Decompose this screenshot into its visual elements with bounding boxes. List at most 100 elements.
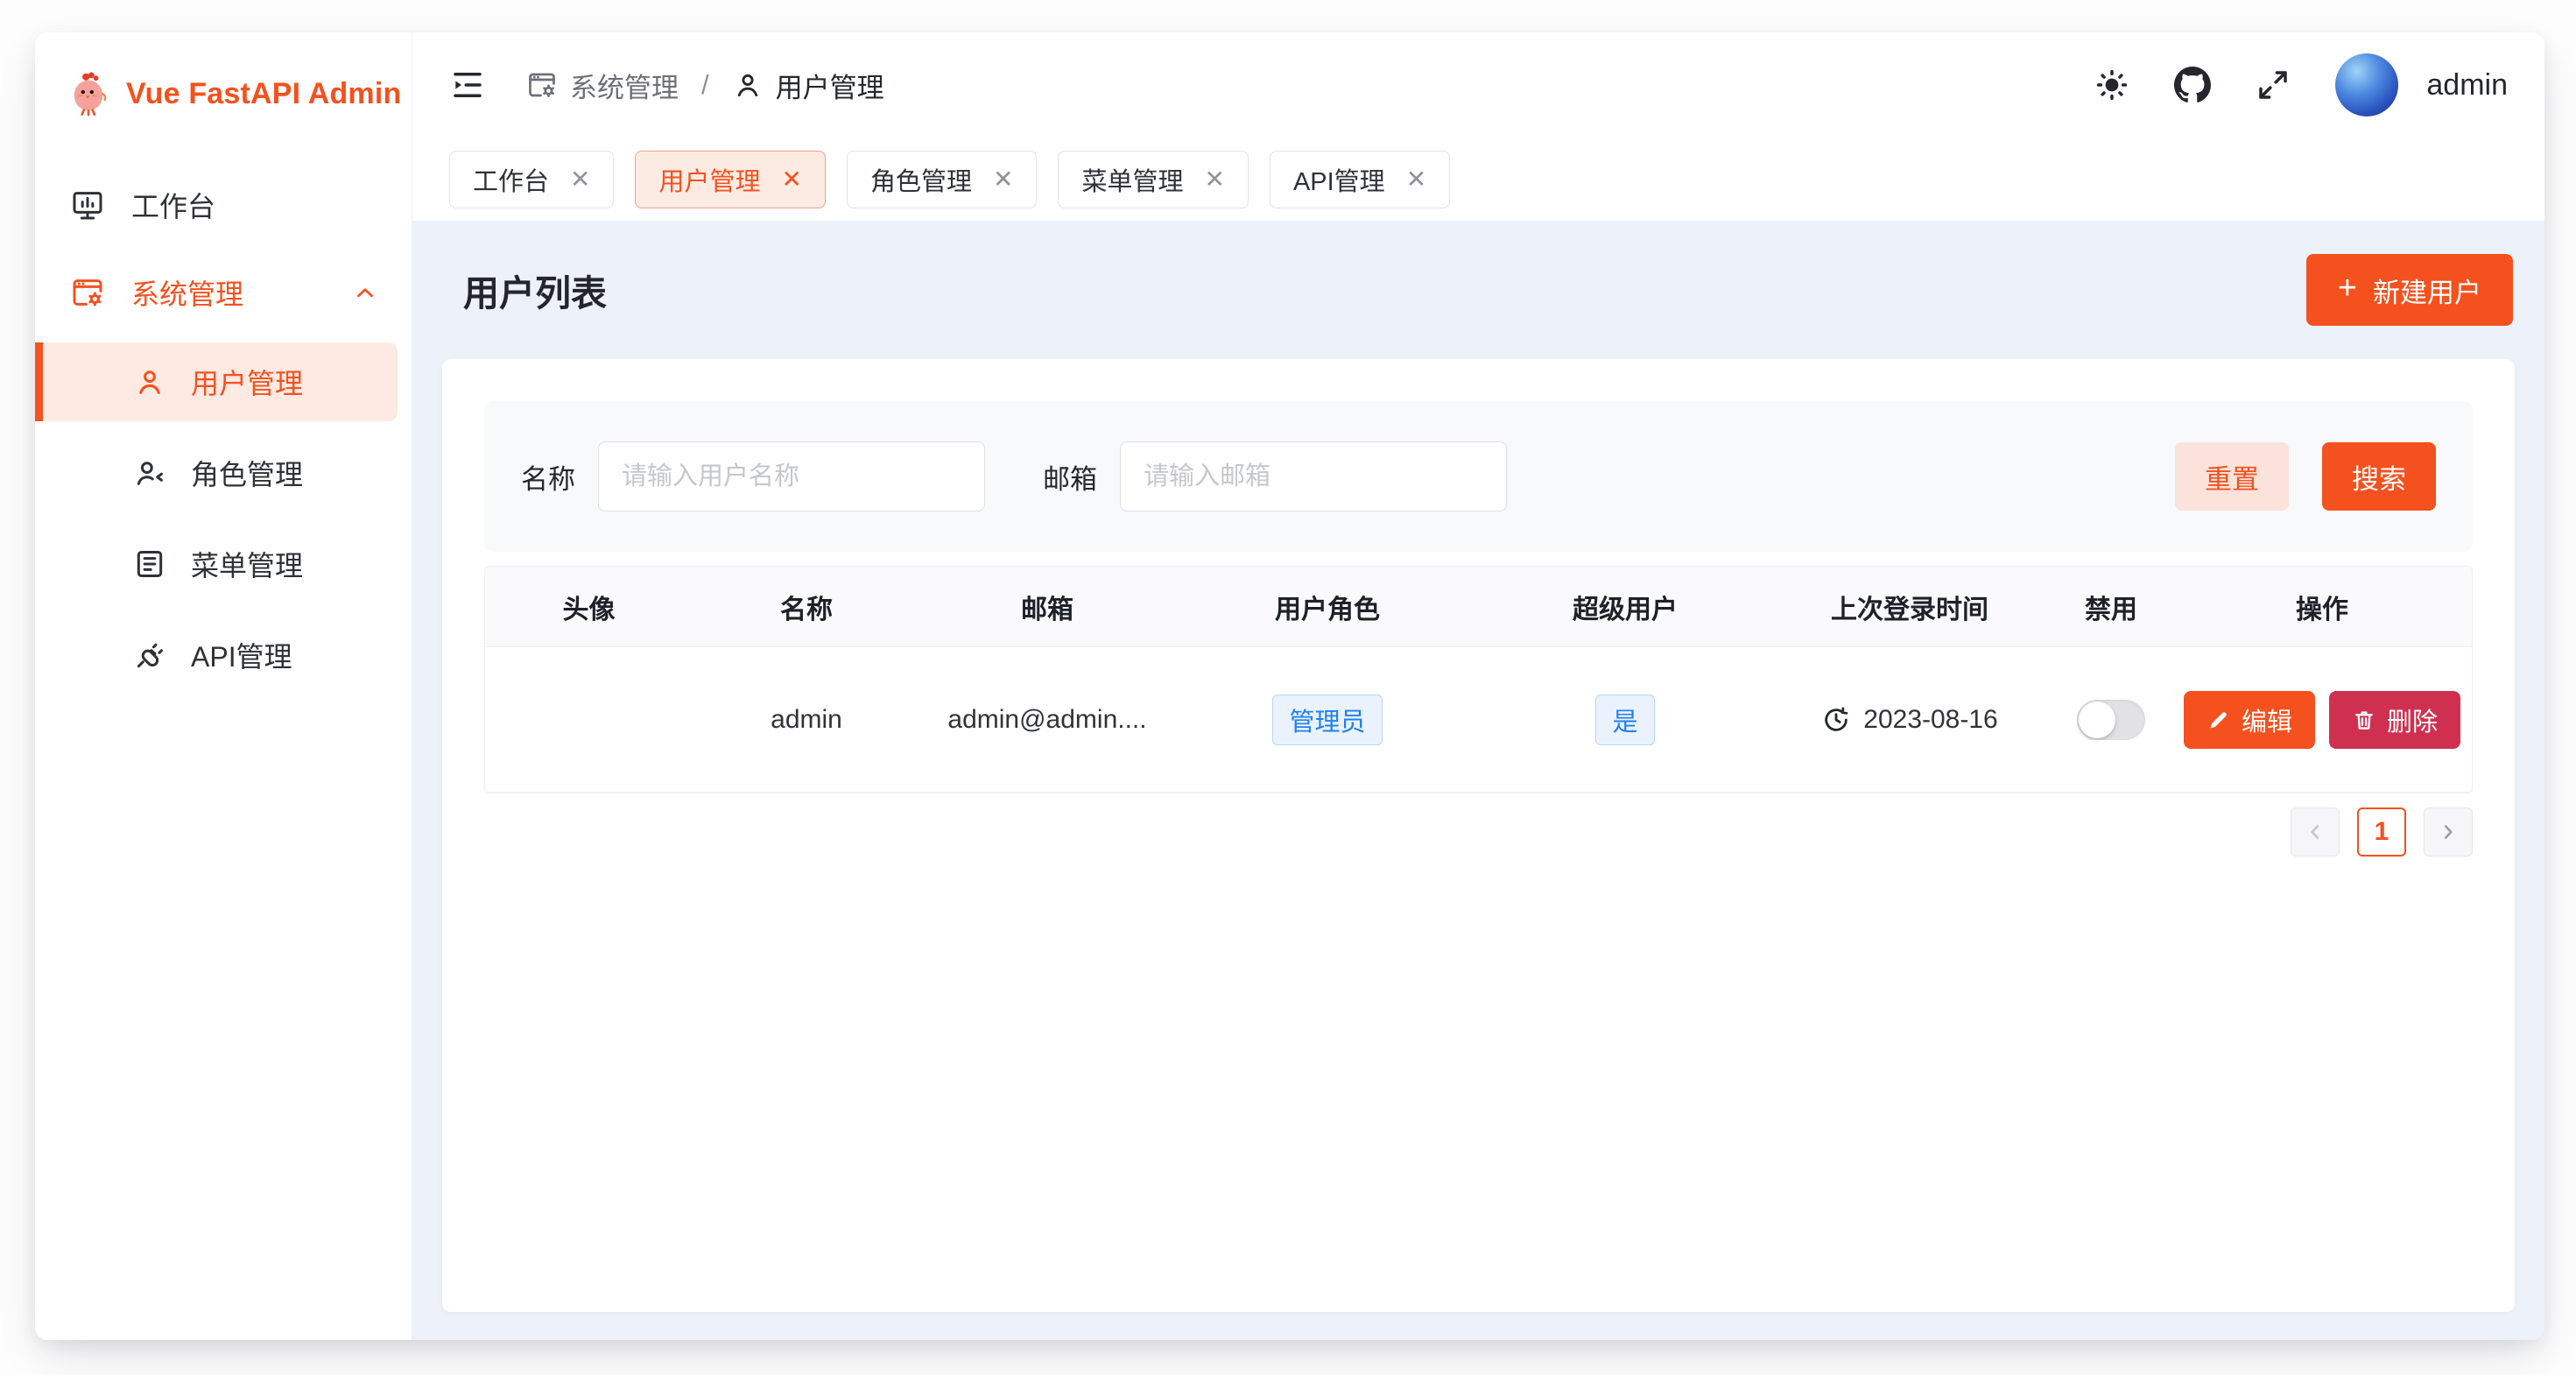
workbench-icon [70, 187, 105, 222]
user-list-card: 名称 邮箱 重置 搜索 [442, 359, 2515, 1312]
column-header-actions: 操作 [2172, 588, 2472, 626]
tab-label: 用户管理 [658, 161, 760, 198]
column-header-last-login: 上次登录时间 [1770, 588, 2050, 626]
filter-name-group: 名称 [521, 441, 985, 511]
close-icon[interactable]: ✕ [993, 167, 1013, 192]
disabled-toggle[interactable] [2077, 700, 2145, 740]
tab-label: API管理 [1293, 161, 1385, 198]
tab-label: 菜单管理 [1081, 161, 1183, 198]
filter-bar: 名称 邮箱 重置 搜索 [484, 401, 2473, 552]
pagination-prev-button[interactable] [2291, 807, 2340, 857]
trash-icon [2352, 708, 2376, 732]
cell-superuser: 是 [1481, 695, 1770, 745]
column-header-role: 用户角色 [1174, 588, 1481, 626]
cell-actions: 编辑 删除 [2172, 691, 2472, 749]
column-header-disabled: 禁用 [2050, 588, 2172, 626]
github-icon[interactable] [2174, 67, 2211, 103]
delete-button[interactable]: 删除 [2329, 691, 2460, 749]
email-filter-input[interactable] [1120, 441, 1507, 511]
tabbar: 工作台 ✕ 用户管理 ✕ 角色管理 ✕ 菜单管理 ✕ API管理 ✕ [412, 138, 2544, 221]
breadcrumb-label: 系统管理 [570, 66, 679, 105]
fullscreen-icon[interactable] [2255, 67, 2291, 103]
chevron-up-icon [352, 279, 378, 306]
email-filter-label: 邮箱 [1043, 457, 1097, 497]
cell-role: 管理员 [1174, 695, 1481, 745]
breadcrumb-system-management[interactable]: 系统管理 [526, 66, 679, 105]
column-header-avatar: 头像 [485, 588, 693, 626]
page-head: 用户列表 + 新建用户 [412, 221, 2544, 359]
sidebar-item-menu-management[interactable]: 菜单管理 [35, 525, 398, 603]
app-window: Vue FastAPI Admin 工作台 [35, 32, 2544, 1340]
menu-list-icon [133, 547, 166, 581]
sidebar-item-role-management[interactable]: 角色管理 [35, 434, 398, 512]
sidebar: Vue FastAPI Admin 工作台 [35, 32, 412, 1340]
column-header-email: 邮箱 [920, 588, 1174, 626]
theme-sun-icon[interactable] [2094, 67, 2130, 103]
close-icon[interactable]: ✕ [782, 167, 802, 192]
name-filter-label: 名称 [521, 457, 575, 497]
role-badge: 管理员 [1272, 695, 1382, 745]
tab-workbench[interactable]: 工作台 ✕ [449, 151, 614, 208]
sidebar-item-api-management[interactable]: API管理 [35, 616, 398, 695]
sidebar-item-user-management[interactable]: 用户管理 [35, 342, 398, 421]
superuser-badge: 是 [1595, 695, 1654, 745]
search-button[interactable]: 搜索 [2322, 442, 2436, 511]
cell-last-login: 2023-08-16 [1770, 705, 2050, 735]
username[interactable]: admin [2426, 68, 2508, 102]
add-user-button[interactable]: + 新建用户 [2306, 254, 2513, 326]
api-plug-icon [133, 638, 166, 672]
user-table: 头像 名称 邮箱 用户角色 超级用户 上次登录时间 禁用 操作 admin [484, 566, 2473, 793]
user-avatar[interactable] [2335, 53, 2398, 116]
edit-button-label: 编辑 [2242, 702, 2292, 738]
tab-label: 角色管理 [870, 161, 972, 198]
sidebar-item-label: API管理 [191, 635, 292, 675]
sidebar-item-workbench[interactable]: 工作台 [35, 167, 412, 243]
pagination: 1 [484, 807, 2473, 857]
table-header-row: 头像 名称 邮箱 用户角色 超级用户 上次登录时间 禁用 操作 [485, 567, 2472, 647]
user-icon [133, 365, 166, 398]
pagination-page-1[interactable]: 1 [2357, 807, 2406, 857]
system-settings-icon [526, 69, 558, 101]
close-icon[interactable]: ✕ [1406, 167, 1426, 192]
user-icon [732, 69, 764, 101]
sidebar-item-label: 用户管理 [191, 362, 303, 402]
app-title: Vue FastAPI Admin [126, 77, 401, 111]
column-header-superuser: 超级用户 [1481, 588, 1770, 626]
name-filter-input[interactable] [598, 441, 985, 511]
cell-disabled [2050, 700, 2172, 740]
edit-button[interactable]: 编辑 [2184, 691, 2315, 749]
toggle-knob [2079, 702, 2115, 738]
cell-email: admin@admin.... [920, 705, 1174, 735]
reset-button[interactable]: 重置 [2175, 442, 2289, 511]
sidebar-item-label: 系统管理 [131, 272, 243, 313]
filter-actions: 重置 搜索 [2175, 442, 2436, 511]
sidebar-menu: 工作台 系统管理 [35, 129, 412, 707]
sidebar-item-system-management[interactable]: 系统管理 [35, 255, 412, 330]
pagination-next-button[interactable] [2424, 807, 2473, 857]
tab-role-management[interactable]: 角色管理 ✕ [847, 151, 1037, 208]
tab-api-management[interactable]: API管理 ✕ [1270, 151, 1450, 208]
breadcrumb-user-management[interactable]: 用户管理 [732, 66, 884, 105]
tab-user-management[interactable]: 用户管理 ✕ [635, 151, 825, 208]
plus-icon: + [2338, 271, 2357, 305]
page: Vue FastAPI Admin 工作台 [0, 0, 2576, 1375]
filter-email-group: 邮箱 [1043, 441, 1507, 511]
clock-history-icon [1821, 705, 1851, 735]
app-logo[interactable]: Vue FastAPI Admin [35, 32, 412, 129]
content-area: 用户列表 + 新建用户 名称 邮箱 [412, 221, 2544, 1340]
column-header-name: 名称 [693, 588, 920, 626]
tab-menu-management[interactable]: 菜单管理 ✕ [1058, 151, 1248, 208]
main-area: 系统管理 / 用户管理 [412, 32, 2544, 1340]
close-icon[interactable]: ✕ [1204, 167, 1224, 192]
close-icon[interactable]: ✕ [570, 167, 590, 192]
collapse-sidebar-icon[interactable] [449, 67, 486, 103]
header: 系统管理 / 用户管理 [412, 32, 2544, 138]
system-settings-icon [70, 275, 105, 310]
delete-button-label: 删除 [2387, 702, 2438, 738]
sidebar-item-label: 菜单管理 [191, 544, 303, 584]
add-user-button-label: 新建用户 [2373, 271, 2481, 310]
sidebar-item-label: 工作台 [131, 185, 215, 225]
role-icon [133, 456, 166, 490]
page-title: 用户列表 [463, 264, 607, 316]
header-actions: admin [2094, 53, 2508, 116]
